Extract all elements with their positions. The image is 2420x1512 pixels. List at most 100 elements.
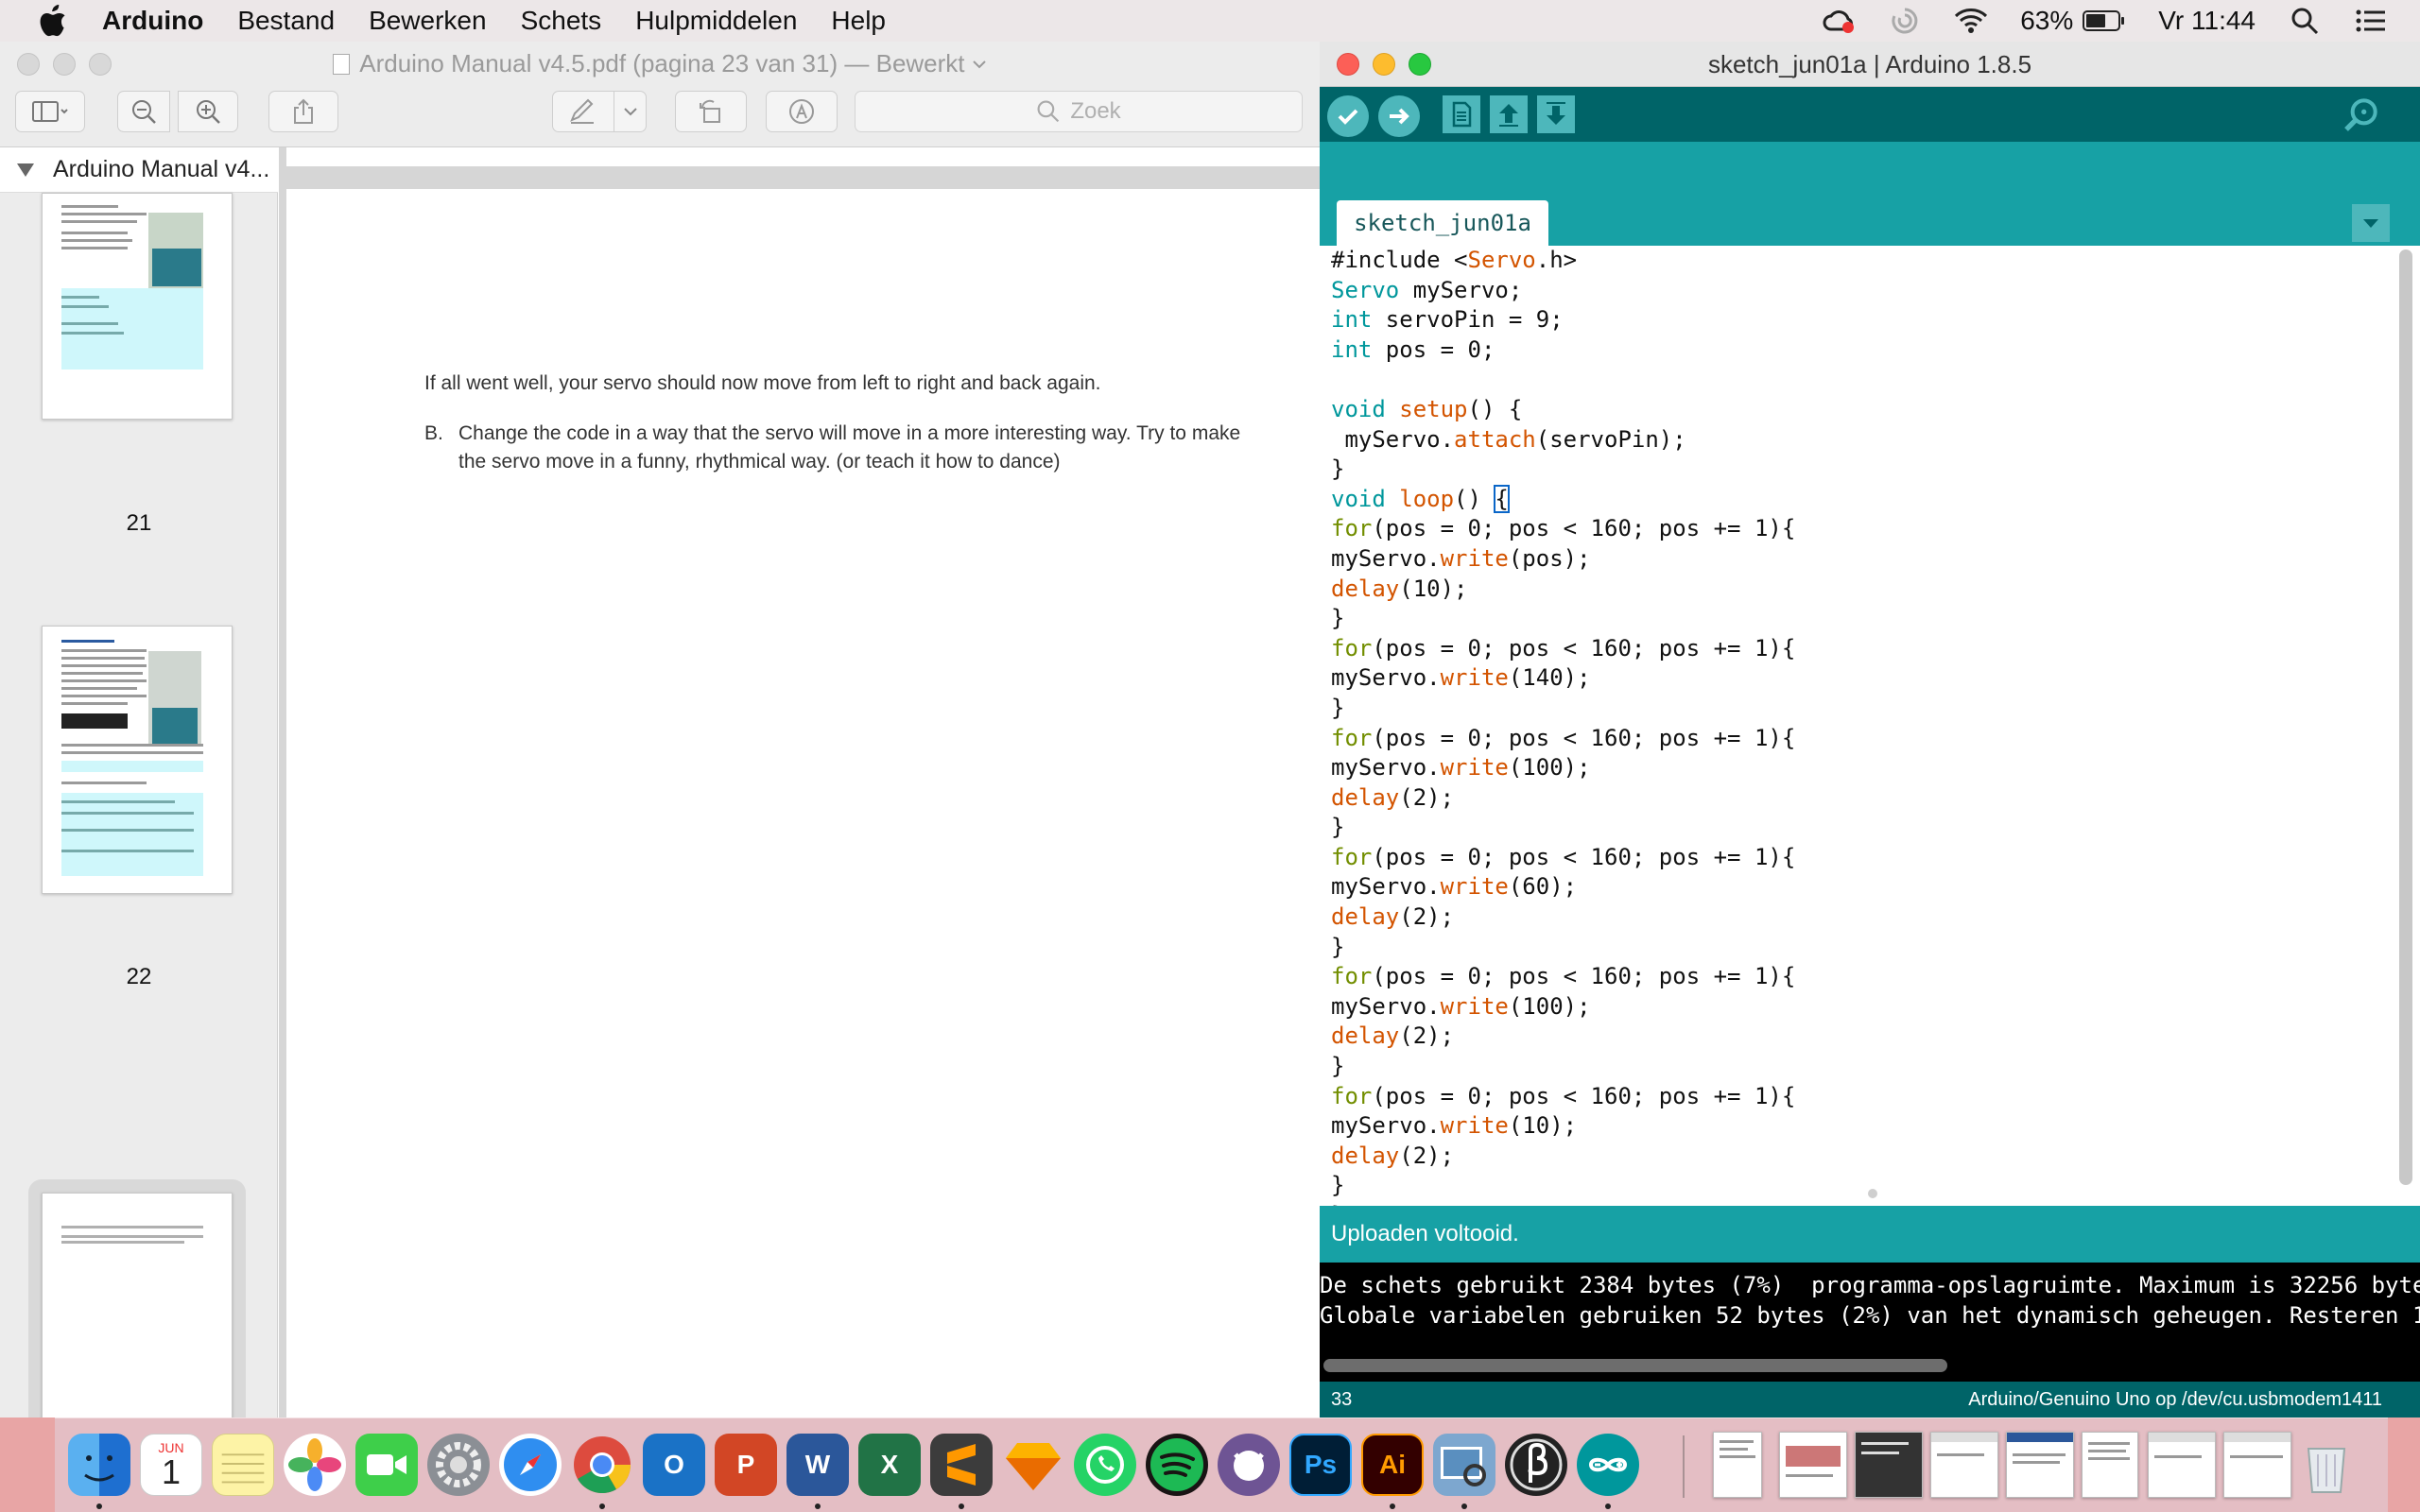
new-sketch-button[interactable]: [1443, 95, 1480, 133]
page-number-22[interactable]: 22: [0, 964, 278, 990]
minimized-window[interactable]: [2223, 1432, 2291, 1498]
minimized-window[interactable]: [1779, 1432, 1847, 1498]
trash-icon[interactable]: [2295, 1434, 2358, 1496]
notes-icon[interactable]: [212, 1434, 274, 1496]
code-line[interactable]: }: [1331, 604, 1795, 634]
creative-cloud-icon[interactable]: [1822, 7, 1856, 35]
sublime-text-icon[interactable]: [930, 1434, 993, 1496]
code-line[interactable]: int servoPin = 9;: [1331, 305, 1795, 335]
sidebar-document-header[interactable]: Arduino Manual v4...: [0, 147, 278, 193]
zoom-in-button[interactable]: [178, 91, 238, 132]
sketch-code[interactable]: #include <Servo.h> Servo myServo; int serv…: [1331, 246, 1795, 1231]
pane-splitter-handle[interactable]: [1868, 1189, 1877, 1198]
code-line[interactable]: myServo.write(pos);: [1331, 544, 1795, 575]
code-line[interactable]: for(pos = 0; pos < 160; pos += 1){: [1331, 1082, 1795, 1112]
minimized-window[interactable]: [1930, 1432, 1998, 1498]
console-horizontal-scrollbar[interactable]: [1323, 1359, 1947, 1372]
code-line[interactable]: delay(2);: [1331, 783, 1795, 814]
menu-app-name[interactable]: Arduino: [102, 6, 203, 36]
menubar-clock[interactable]: Vr 11:44: [2158, 6, 2256, 36]
code-line[interactable]: myServo.write(100);: [1331, 753, 1795, 783]
notification-center-icon[interactable]: [2354, 7, 2388, 35]
code-line[interactable]: }: [1331, 694, 1795, 724]
preview-title-status[interactable]: — Bewerkt: [844, 49, 964, 77]
code-line[interactable]: myServo.write(100);: [1331, 992, 1795, 1022]
page-thumbnail-23[interactable]: [42, 1193, 233, 1418]
code-line[interactable]: void setup() {: [1331, 395, 1795, 425]
pdf-viewer[interactable]: If all went well, your servo should now …: [279, 147, 1320, 1418]
markup-button[interactable]: [552, 91, 647, 132]
calendar-icon[interactable]: JUN 1: [140, 1434, 202, 1496]
minimized-window[interactable]: [2148, 1432, 2216, 1498]
code-line[interactable]: for(pos = 0; pos < 160; pos += 1){: [1331, 634, 1795, 664]
code-line[interactable]: myServo.write(140);: [1331, 663, 1795, 694]
preview-app-icon[interactable]: [1433, 1434, 1495, 1496]
upload-button[interactable]: [1378, 95, 1420, 137]
tab-menu-button[interactable]: [2352, 204, 2390, 242]
code-line[interactable]: myServo.attach(servoPin);: [1331, 425, 1795, 455]
battery-status[interactable]: 63%: [2020, 6, 2126, 36]
code-line[interactable]: }: [1331, 1052, 1795, 1082]
disclosure-triangle-icon[interactable]: [17, 163, 34, 177]
illustrator-icon[interactable]: Ai: [1361, 1434, 1424, 1496]
code-line[interactable]: delay(10);: [1331, 575, 1795, 605]
photoshop-icon[interactable]: Ps: [1289, 1434, 1352, 1496]
chevron-down-icon[interactable]: [623, 106, 638, 117]
arduino-app-icon[interactable]: [1577, 1434, 1639, 1496]
github-desktop-icon[interactable]: [1218, 1434, 1280, 1496]
code-line[interactable]: for(pos = 0; pos < 160; pos += 1){: [1331, 514, 1795, 544]
excel-icon[interactable]: X: [858, 1434, 921, 1496]
preview-search-field[interactable]: Zoek: [855, 91, 1303, 132]
photos-icon[interactable]: [284, 1434, 346, 1496]
apple-logo-icon[interactable]: [38, 5, 68, 37]
word-icon[interactable]: W: [786, 1434, 849, 1496]
page-thumbnail-21[interactable]: [42, 193, 233, 420]
code-line[interactable]: for(pos = 0; pos < 160; pos += 1){: [1331, 843, 1795, 873]
annotate-button[interactable]: [766, 91, 838, 132]
finder-icon[interactable]: [68, 1434, 130, 1496]
code-line[interactable]: void loop() {: [1331, 484, 1795, 515]
wifi-icon[interactable]: [1954, 7, 1988, 35]
code-line[interactable]: }: [1331, 1171, 1795, 1201]
code-line[interactable]: for(pos = 0; pos < 160; pos += 1){: [1331, 724, 1795, 754]
facetime-icon[interactable]: [355, 1434, 418, 1496]
page-number-21[interactable]: 21: [0, 510, 278, 537]
verify-button[interactable]: [1327, 95, 1369, 137]
share-button[interactable]: [268, 91, 338, 132]
code-line[interactable]: delay(2);: [1331, 1022, 1795, 1052]
editor-vertical-scrollbar[interactable]: [2399, 249, 2412, 1185]
spotify-icon[interactable]: [1146, 1434, 1208, 1496]
sidebar-toggle-button[interactable]: [15, 91, 85, 132]
rotate-button[interactable]: [675, 91, 747, 132]
code-line[interactable]: Servo myServo;: [1331, 276, 1795, 306]
outlook-icon[interactable]: O: [643, 1434, 705, 1496]
code-line[interactable]: for(pos = 0; pos < 160; pos += 1){: [1331, 962, 1795, 992]
system-preferences-icon[interactable]: [427, 1434, 490, 1496]
chrome-icon[interactable]: [571, 1434, 633, 1496]
code-line[interactable]: myServo.write(10);: [1331, 1111, 1795, 1142]
code-line[interactable]: myServo.write(60);: [1331, 872, 1795, 902]
sketch-icon[interactable]: [1002, 1434, 1064, 1496]
zoom-out-button[interactable]: [117, 91, 170, 132]
code-line[interactable]: int pos = 0;: [1331, 335, 1795, 366]
sketch-tab[interactable]: sketch_jun01a: [1337, 200, 1548, 246]
menu-bewerken[interactable]: Bewerken: [369, 6, 487, 36]
spotlight-search-icon[interactable]: [2288, 7, 2322, 35]
serial-monitor-button[interactable]: [2342, 95, 2380, 133]
code-line[interactable]: #include <Servo.h>: [1331, 246, 1795, 276]
menu-schets[interactable]: Schets: [521, 6, 602, 36]
sync-spinner-icon[interactable]: [1888, 7, 1922, 35]
menu-hulpmiddelen[interactable]: Hulpmiddelen: [635, 6, 797, 36]
code-line[interactable]: delay(2);: [1331, 902, 1795, 933]
code-line[interactable]: }: [1331, 813, 1795, 843]
minimized-window[interactable]: [1713, 1432, 1762, 1498]
code-editor[interactable]: #include <Servo.h> Servo myServo; int serv…: [1320, 246, 2397, 1249]
minimized-window[interactable]: [2006, 1432, 2074, 1498]
chevron-down-icon[interactable]: [972, 59, 987, 70]
code-line[interactable]: }: [1331, 933, 1795, 963]
save-sketch-button[interactable]: [1537, 95, 1575, 133]
code-line[interactable]: delay(2);: [1331, 1142, 1795, 1172]
powerpoint-icon[interactable]: P: [715, 1434, 777, 1496]
menu-bestand[interactable]: Bestand: [237, 6, 335, 36]
minimized-window[interactable]: [2082, 1432, 2138, 1498]
